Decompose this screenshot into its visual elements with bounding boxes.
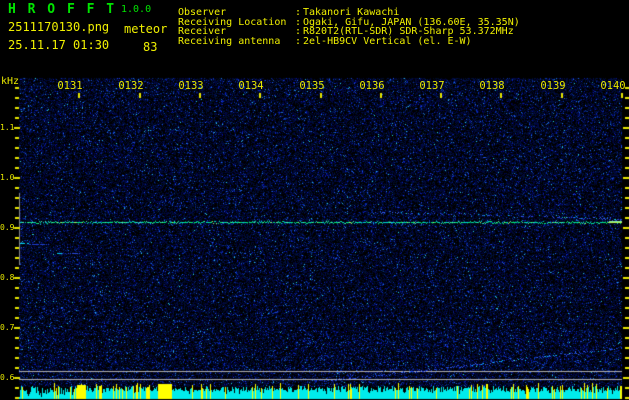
x-axis-tick-label: 0139 xyxy=(540,80,566,92)
y-axis-tick-label: 0.8 xyxy=(0,273,15,282)
x-axis-tick-label: 0136 xyxy=(359,80,385,92)
info-row-antenna: Receiving antenna:2el-HB9CV Vertical (el… xyxy=(178,35,472,47)
y-axis-tick-label: 1.0 xyxy=(0,173,15,182)
x-axis-tick-label: 0140 xyxy=(600,80,626,92)
y-axis-tick-label: 0.6 xyxy=(0,373,15,382)
x-axis-tick-label: 0131 xyxy=(57,80,83,92)
info-value: 2el-HB9CV Vertical (el. E-W) xyxy=(303,35,472,47)
echo-count: 83 xyxy=(143,40,158,54)
info-colon: : xyxy=(295,35,302,47)
hrofft-screenshot: H R O F F T 1.0.0 2511170130.png meteor … xyxy=(0,0,629,400)
x-axis-tick-label: 0132 xyxy=(118,80,144,92)
x-axis-tick-label: 0133 xyxy=(178,80,204,92)
info-label: Receiving antenna xyxy=(178,35,281,47)
y-axis-tick-label: 0.7 xyxy=(0,323,15,332)
x-axis-tick-label: 0137 xyxy=(419,80,445,92)
y-axis-unit-label: kHz xyxy=(1,76,20,87)
x-axis-tick-label: 0134 xyxy=(238,80,264,92)
app-title: H R O F F T xyxy=(8,2,117,17)
spectrogram-canvas xyxy=(0,0,629,400)
y-axis-tick-label: 1.1 xyxy=(0,123,15,132)
mode-label: meteor xyxy=(124,22,168,36)
x-axis-tick-label: 0138 xyxy=(479,80,505,92)
output-filename: 2511170130.png xyxy=(8,20,110,34)
record-datetime: 25.11.17 01:30 xyxy=(8,38,110,52)
app-version: 1.0.0 xyxy=(121,4,152,15)
x-axis-tick-label: 0135 xyxy=(299,80,325,92)
y-axis-tick-label: 0.9 xyxy=(0,223,15,232)
